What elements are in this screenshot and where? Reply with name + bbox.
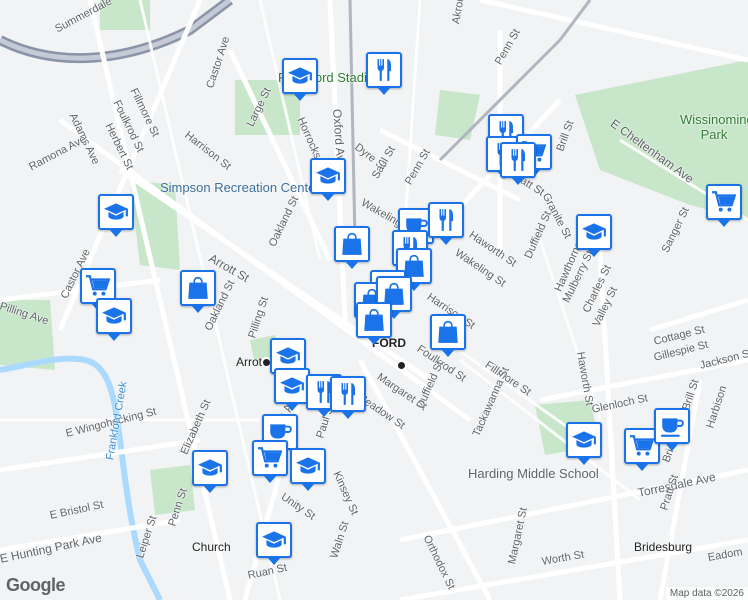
restaurant-icon: [335, 381, 361, 407]
cart-icon: [711, 189, 737, 215]
poi-shopping-marker[interactable]: [356, 302, 392, 345]
cart-icon: [257, 445, 283, 471]
poi-restaurant-marker[interactable]: [428, 202, 464, 245]
poi-school-marker[interactable]: [192, 450, 228, 493]
poi-school-marker[interactable]: [96, 298, 132, 341]
school-icon: [197, 455, 223, 481]
place-simpson-recreation-center[interactable]: Simpson Recreation Center: [160, 180, 320, 195]
poi-shopping-marker[interactable]: [334, 226, 370, 269]
bag-icon: [435, 319, 461, 345]
station-bridesburg[interactable]: Bridesburg: [634, 540, 692, 554]
poi-restaurant-marker[interactable]: [330, 376, 366, 419]
bag-icon: [339, 231, 365, 257]
poi-school-marker[interactable]: [310, 158, 346, 201]
poi-school-marker[interactable]: [256, 522, 292, 565]
school-icon: [275, 343, 301, 369]
school-icon: [581, 219, 607, 245]
bag-icon: [185, 275, 211, 301]
school-icon: [101, 303, 127, 329]
google-logo: Google: [6, 575, 66, 595]
poi-school-marker[interactable]: [98, 194, 134, 237]
poi-school-marker[interactable]: [576, 214, 612, 257]
school-icon: [103, 199, 129, 225]
poi-grocery-marker[interactable]: [706, 184, 742, 227]
cafe-icon: [659, 413, 685, 439]
bag-icon: [361, 307, 387, 333]
map-attribution[interactable]: Map data ©2026: [665, 587, 748, 600]
poi-school-marker[interactable]: [282, 58, 318, 101]
place-wissinoming-park[interactable]: Wissinoming Park: [680, 112, 748, 142]
cart-icon: [85, 273, 111, 299]
poi-school-marker[interactable]: [290, 448, 326, 491]
school-icon: [571, 427, 597, 453]
restaurant-icon: [505, 147, 531, 173]
school-icon: [315, 163, 341, 189]
station-church[interactable]: Church: [192, 540, 288, 554]
poi-restaurant-marker[interactable]: [366, 52, 402, 95]
place-harding-middle-school[interactable]: Harding Middle School: [468, 466, 599, 481]
poi-school-marker[interactable]: [566, 422, 602, 465]
poi-restaurant-marker[interactable]: [500, 142, 536, 185]
station-arrott[interactable]: Arrott: [236, 355, 272, 369]
poi-school-marker[interactable]: [274, 368, 310, 411]
school-icon: [295, 453, 321, 479]
map-canvas[interactable]: Simpson Recreation Center Wissinoming Pa…: [0, 0, 748, 600]
school-icon: [279, 373, 305, 399]
poi-shopping-marker[interactable]: [430, 314, 466, 357]
school-icon: [261, 527, 287, 553]
poi-cafe-marker[interactable]: [654, 408, 690, 451]
poi-shopping-marker[interactable]: [180, 270, 216, 313]
school-icon: [287, 63, 313, 89]
restaurant-icon: [433, 207, 459, 233]
poi-grocery-marker[interactable]: [252, 440, 288, 483]
transit-icon: [396, 360, 407, 371]
restaurant-icon: [371, 57, 397, 83]
cart-icon: [629, 433, 655, 459]
